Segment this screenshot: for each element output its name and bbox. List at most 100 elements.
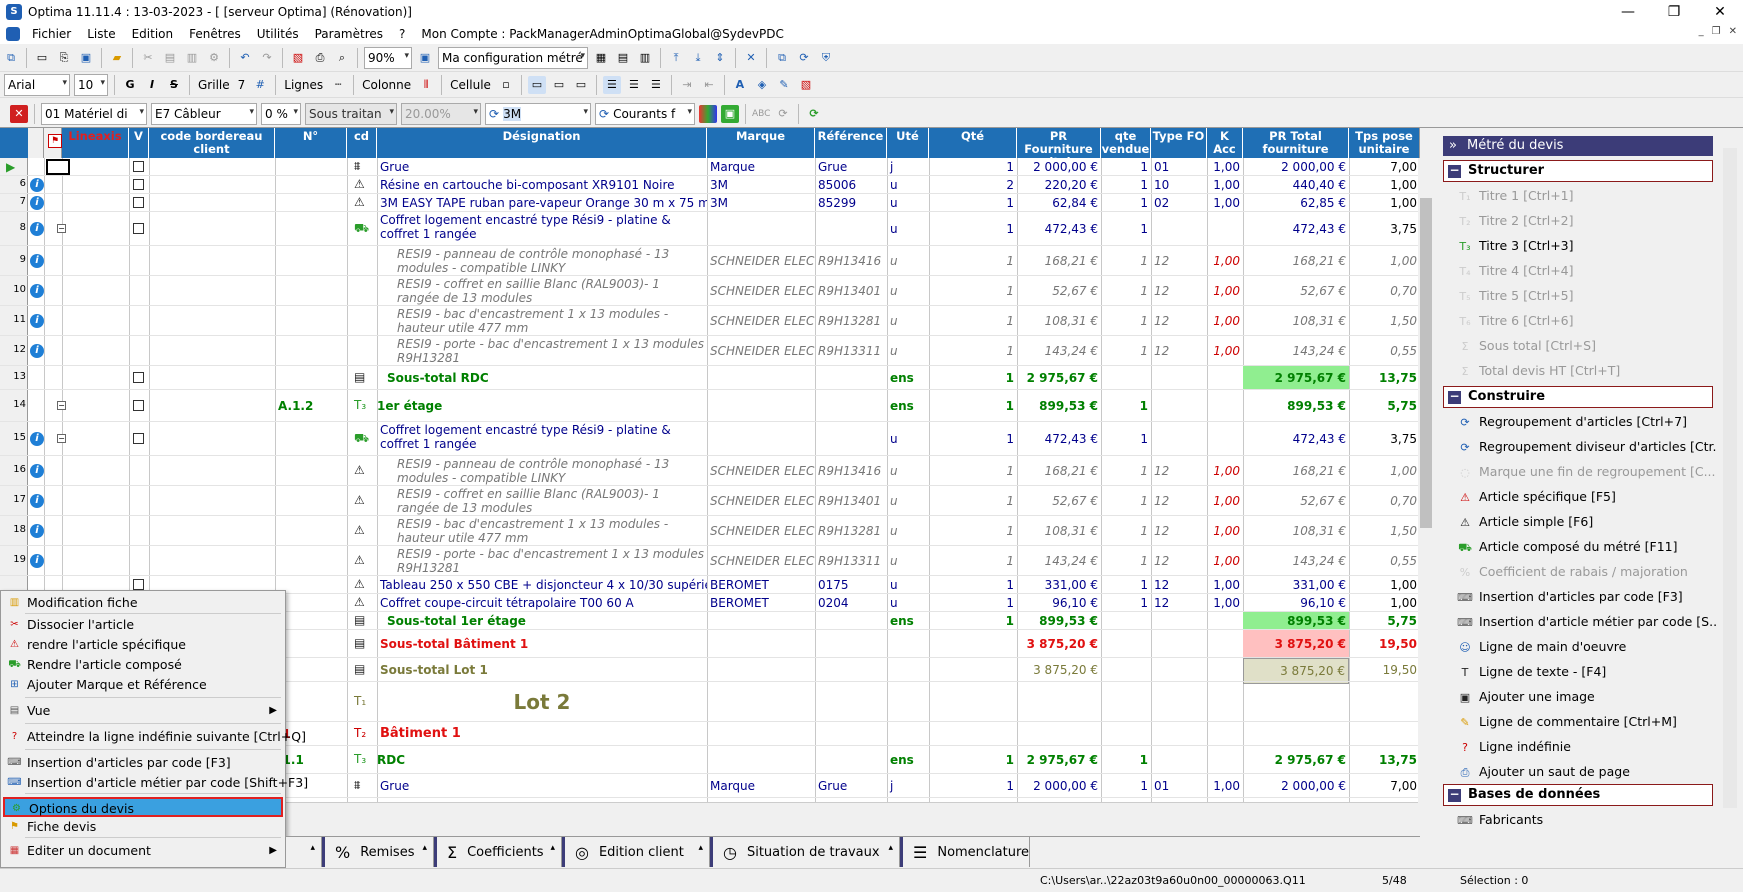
tab-collapse[interactable]: ▴: [286, 837, 322, 867]
grid-horizontal-scrollbar[interactable]: [286, 802, 1419, 818]
color-picker-icon[interactable]: [699, 104, 717, 123]
tab-situation-de-travaux[interactable]: ◷ Situation de travaux ▴: [710, 837, 900, 867]
context-menu-item[interactable]: ⛟ Rendre l'article composé: [3, 655, 283, 675]
context-menu-item[interactable]: ⚙ Options du devis: [3, 797, 283, 817]
table-row[interactable]: 15 i − ⛟ Coffret logement encastré type Rési…: [0, 422, 1419, 456]
menu-?[interactable]: ?: [391, 27, 413, 41]
undo-icon[interactable]: ↶: [236, 49, 254, 67]
grid-vertical-scrollbar[interactable]: [1418, 158, 1434, 818]
checkbox-v[interactable]: [133, 179, 144, 190]
windows-icon[interactable]: ⧉: [2, 49, 20, 67]
table-row[interactable]: 19 i ⚠ RESI9 - porte - bac d'encastrement 1…: [0, 546, 1419, 576]
align-center-icon[interactable]: ☰: [625, 76, 643, 94]
column-icon[interactable]: ⦀: [417, 76, 435, 94]
outdent-icon[interactable]: ⇤: [700, 76, 718, 94]
redo-icon[interactable]: ↷: [258, 49, 276, 67]
info-icon[interactable]: i: [30, 284, 44, 298]
section-bases[interactable]: − Bases de données: [1443, 784, 1713, 806]
context-menu-item[interactable]: ▥ Modification fiche: [3, 593, 283, 613]
move-bottom-icon[interactable]: ⤓: [689, 49, 707, 67]
menu-edition[interactable]: Edition: [124, 27, 182, 41]
print-preview-icon[interactable]: ⌕: [333, 49, 351, 67]
refresh-gray-icon[interactable]: ⟳: [774, 105, 792, 123]
selected-cell[interactable]: [46, 159, 70, 175]
save-icon[interactable]: ▣: [77, 49, 95, 67]
fill-color-icon[interactable]: ◈: [753, 76, 771, 94]
info-icon[interactable]: i: [30, 464, 44, 478]
construire-item[interactable]: ⌨ Insertion d'articles par code [F3]: [1457, 587, 1717, 607]
info-icon[interactable]: i: [30, 494, 44, 508]
construire-item[interactable]: ▣ Ajouter une image: [1457, 687, 1717, 707]
tab-edition-client[interactable]: ◎ Edition client ▴: [562, 837, 710, 867]
menu-utilits[interactable]: Utilités: [249, 27, 307, 41]
checkbox-v[interactable]: [133, 197, 144, 208]
config-select[interactable]: Ma configuration métré ▾: [438, 46, 588, 69]
info-icon[interactable]: i: [30, 432, 44, 446]
row-height-1-icon[interactable]: ▭: [527, 75, 546, 94]
construire-item[interactable]: ⟳ Regroupement diviseur d'articles [Ctr..…: [1457, 437, 1717, 457]
line-style-icon[interactable]: ┄: [329, 76, 347, 94]
info-icon[interactable]: i: [30, 524, 44, 538]
save-config-icon[interactable]: ▣: [416, 49, 434, 67]
new-file-icon[interactable]: ▭: [33, 49, 51, 67]
collapse-toggle[interactable]: −: [57, 401, 66, 410]
section-structurer[interactable]: − Structurer: [1443, 160, 1713, 182]
clipboard-icon[interactable]: ▥: [183, 49, 201, 67]
minimize-button[interactable]: —: [1605, 0, 1651, 24]
tab-remises[interactable]: % Remises ▴: [322, 837, 434, 867]
context-menu-item[interactable]: ⚠ rendre l'article spécifique: [3, 635, 283, 655]
context-menu-item[interactable]: ⌨ Insertion d'articles par code [F3]: [3, 753, 283, 773]
lock-icon[interactable]: ▣: [721, 104, 739, 123]
collapse-toggle[interactable]: −: [57, 434, 66, 443]
cut-icon[interactable]: ✂: [139, 49, 157, 67]
percent-select[interactable]: 0 % ▾: [261, 102, 301, 125]
table-row[interactable]: 11 i RESI9 - bac d'encastrement 1 x 13 mod…: [0, 306, 1419, 336]
scrollbar-thumb[interactable]: [1420, 198, 1432, 528]
grille-value[interactable]: 7: [238, 78, 246, 92]
table-row[interactable]: 6 i ⚠ Résine en cartouche bi-composant XR91…: [0, 176, 1419, 194]
collapse-section-icon[interactable]: −: [1448, 788, 1461, 802]
indent-icon[interactable]: ⇥: [678, 76, 696, 94]
pdf-icon[interactable]: ▧: [289, 49, 307, 67]
context-menu-item[interactable]: ▦ Editer un document ▶: [3, 841, 283, 861]
menu-fichier[interactable]: Fichier: [24, 27, 79, 41]
close-button[interactable]: ✕: [1697, 0, 1743, 24]
sous-traitant-select[interactable]: Sous traitan ▾: [305, 102, 397, 125]
construire-item[interactable]: ⎙ Ajouter un saut de page: [1457, 762, 1717, 782]
menu-paramtres[interactable]: Paramètres: [307, 27, 391, 41]
italic-button[interactable]: I: [143, 76, 161, 94]
list-icon[interactable]: ▥: [636, 49, 654, 67]
collapse-toggle[interactable]: −: [57, 224, 66, 233]
section-construire[interactable]: − Construire: [1443, 386, 1713, 408]
font-color-icon[interactable]: A: [731, 76, 749, 94]
print-icon[interactable]: ⎙: [311, 49, 329, 67]
format-painter-icon[interactable]: ✎: [775, 76, 793, 94]
checkbox-v[interactable]: [133, 223, 144, 234]
info-icon[interactable]: i: [30, 314, 44, 328]
spellcheck-icon[interactable]: ABC: [752, 105, 770, 123]
menu-liste[interactable]: Liste: [79, 27, 123, 41]
construire-item[interactable]: ? Ligne indéfinie: [1457, 737, 1717, 757]
rate-select[interactable]: 20.00% ▾: [401, 102, 481, 125]
context-menu-item[interactable]: ⌨ Insertion d'article métier par code [Sh…: [3, 773, 308, 793]
bases-item[interactable]: ⌨ Fabricants: [1457, 810, 1717, 830]
cell-icon[interactable]: ▫: [497, 76, 515, 94]
align-right-icon[interactable]: ☰: [647, 76, 665, 94]
mdi-restore-icon[interactable]: ❐: [1712, 26, 1721, 37]
cableur-select[interactable]: E7 Câbleur ▾: [151, 102, 257, 125]
collapse-section-icon[interactable]: −: [1448, 390, 1461, 404]
bold-button[interactable]: G: [121, 76, 139, 94]
maximize-button[interactable]: ❐: [1651, 0, 1697, 24]
grid-icon[interactable]: #: [251, 76, 269, 94]
courants-select[interactable]: ⟳ Courants f ▾: [595, 102, 695, 125]
info-icon[interactable]: i: [30, 554, 44, 568]
zoom-select[interactable]: 90% ▾: [364, 46, 412, 69]
row-height-2-icon[interactable]: ▭: [550, 76, 568, 94]
context-menu-item[interactable]: ⊞ Ajouter Marque et Référence: [3, 675, 283, 695]
brand-select[interactable]: ⟳ 3M ▾: [485, 102, 591, 125]
construire-item[interactable]: T Ligne de texte - [F4]: [1457, 662, 1717, 682]
checkbox-v[interactable]: [133, 433, 144, 444]
copy-file-icon[interactable]: ⎘: [55, 49, 73, 67]
calc-icon[interactable]: ▦: [592, 49, 610, 67]
font-select[interactable]: Arial ▾: [4, 73, 70, 96]
